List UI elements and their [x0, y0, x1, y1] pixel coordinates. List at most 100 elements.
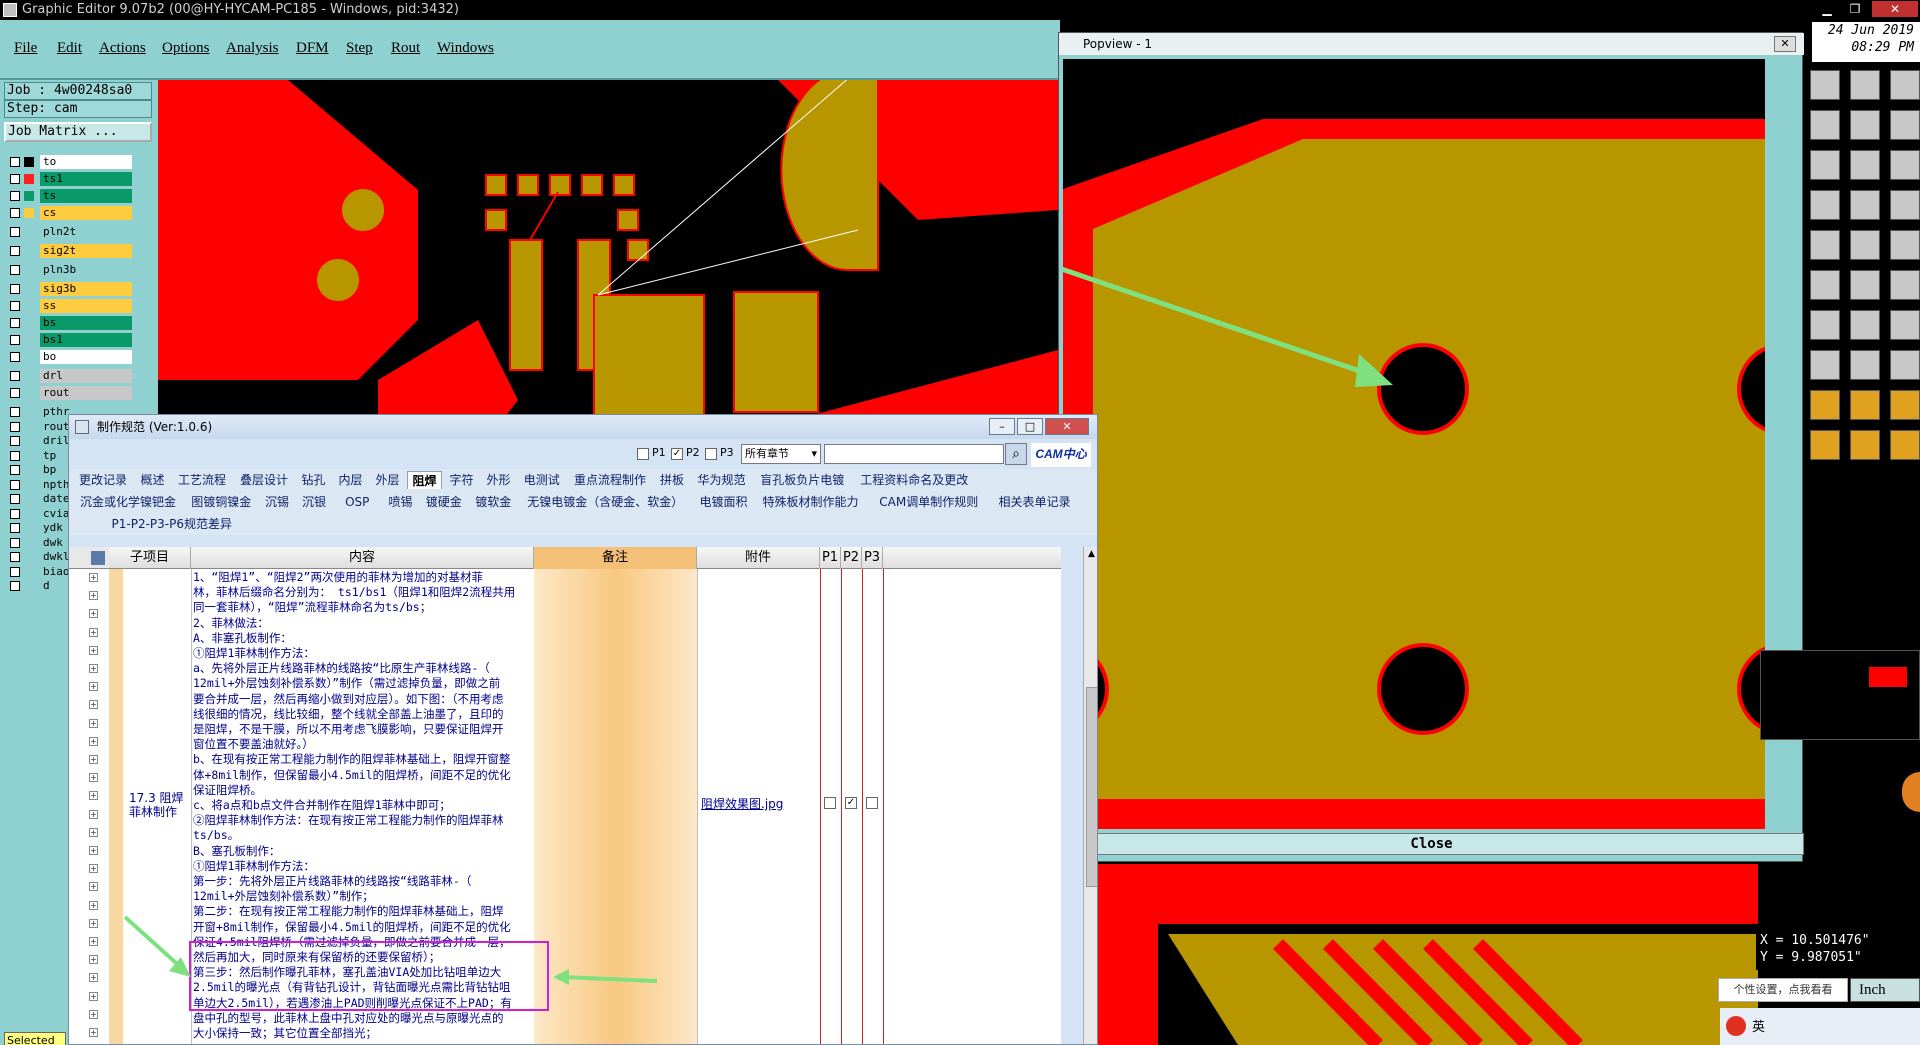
tab-tabs_row1-5[interactable]: 内层 [333, 471, 368, 489]
expand-row-icon[interactable]: + [89, 773, 98, 783]
tab-tabs_row1-1[interactable]: 概述 [135, 471, 170, 489]
col-p1-header[interactable]: P1 [820, 547, 841, 569]
layer-name[interactable]: cs [40, 206, 132, 220]
layer-checkbox[interactable] [10, 421, 20, 432]
tab-tabs_row1-12[interactable]: 拼板 [655, 471, 690, 489]
toolbar-tool-icon[interactable] [1850, 70, 1880, 100]
menu-step[interactable]: Step [346, 40, 373, 57]
toolbar-tool-icon[interactable] [1810, 270, 1840, 300]
toolbar-tool-icon[interactable] [1810, 110, 1840, 140]
maximize-button[interactable]: ❐ [1842, 1, 1868, 17]
expand-row-icon[interactable]: + [89, 682, 98, 692]
layer-name[interactable]: bo [40, 350, 132, 364]
popview-close-button[interactable]: Close [1059, 833, 1804, 855]
grid-scrollbar[interactable]: ▲ [1083, 547, 1097, 1044]
toolbar-tool-icon[interactable] [1850, 110, 1880, 140]
filter-p3-checkbox[interactable] [705, 448, 717, 460]
layer-row[interactable]: cs [6, 205, 156, 222]
menu-file[interactable]: File [14, 40, 37, 57]
layer-checkbox[interactable] [10, 335, 20, 345]
tab-tabs_row1-4[interactable]: 钻孔 [296, 471, 331, 489]
toolbar-tool-icon[interactable] [1850, 310, 1880, 340]
layer-checkbox[interactable] [10, 352, 20, 362]
job-matrix-button[interactable]: Job Matrix ... [4, 122, 152, 142]
col-content-header[interactable]: 内容 [191, 547, 534, 569]
layer-row[interactable]: ts1 [6, 171, 156, 188]
toolbar-tool-icon[interactable] [1890, 110, 1920, 140]
tab-tabs_row3-0[interactable]: P1-P2-P3-P6规范差异 [73, 515, 271, 533]
toolbar-tool-icon[interactable] [1890, 70, 1920, 100]
layer-checkbox[interactable] [10, 436, 20, 446]
expand-row-icon[interactable]: + [89, 973, 98, 983]
search-input[interactable] [824, 444, 1004, 464]
col-p3-header[interactable]: P3 [862, 547, 883, 569]
tab-tabs_row2-9[interactable]: 电镀面积 [694, 493, 754, 511]
layer-row[interactable]: sig2t [6, 243, 156, 260]
expand-row-icon[interactable]: + [89, 937, 98, 946]
layer-checkbox[interactable] [10, 465, 20, 475]
toolbar-tool-icon[interactable] [1890, 350, 1920, 380]
layer-checkbox[interactable] [10, 157, 20, 167]
tab-tabs_row1-14[interactable]: 盲孔板负片电镀 [754, 471, 852, 489]
expand-row-icon[interactable]: + [89, 791, 98, 801]
toolbar-tool-icon[interactable] [1810, 190, 1840, 220]
layer-row[interactable]: sig3b [6, 281, 156, 298]
layer-row[interactable]: drl [6, 368, 156, 385]
layer-row[interactable]: bs [6, 315, 156, 332]
menu-options[interactable]: Options [162, 40, 210, 57]
layer-checkbox[interactable] [10, 407, 20, 417]
layer-checkbox[interactable] [10, 265, 20, 275]
layer-checkbox[interactable] [10, 479, 20, 490]
tab-tabs_row1-0[interactable]: 更改记录 [73, 471, 133, 489]
layer-row[interactable]: bs1 [6, 332, 156, 349]
expand-row-icon[interactable]: + [89, 991, 98, 1001]
layer-name[interactable]: bs [40, 316, 132, 330]
layer-row[interactable]: rout [6, 385, 156, 402]
toolbar-tool-icon[interactable] [1850, 190, 1880, 220]
layer-checkbox[interactable] [10, 566, 20, 577]
toolbar-tool-icon[interactable] [1890, 190, 1920, 220]
toolbar-tool-icon[interactable] [1810, 350, 1840, 380]
menu-windows[interactable]: Windows [437, 40, 494, 57]
menu-actions[interactable]: Actions [99, 40, 146, 57]
layer-checkbox[interactable] [10, 371, 20, 381]
filter-p2-checkbox[interactable]: ✓ [671, 448, 683, 460]
layer-name[interactable]: bs1 [40, 333, 132, 347]
toolbar-tool-icon[interactable] [1890, 230, 1920, 260]
layer-row[interactable]: bo [6, 349, 156, 366]
tab-tabs_row2-6[interactable]: 镀硬金 [420, 493, 468, 511]
tab-tabs_row2-4[interactable]: OSP [334, 493, 382, 511]
col-subitem-header[interactable]: 子项目 [109, 547, 191, 569]
tab-tabs_row2-3[interactable]: 沉银 [297, 493, 332, 511]
layer-checkbox[interactable] [10, 494, 20, 504]
tab-tabs_row1-13[interactable]: 华为规范 [692, 471, 752, 489]
toolbar-tool-icon[interactable] [1810, 430, 1840, 460]
expand-row-icon[interactable]: + [89, 573, 98, 582]
tab-tabs_row2-1[interactable]: 图镀铜镍金 [185, 493, 258, 511]
ime-hint[interactable]: 个性设置，点我看看 [1718, 978, 1848, 1002]
expand-row-icon[interactable]: + [89, 627, 98, 637]
toolbar-tool-icon[interactable] [1850, 150, 1880, 180]
expand-row-icon[interactable]: + [89, 846, 98, 855]
toolbar-tool-icon[interactable] [1890, 270, 1920, 300]
layer-checkbox[interactable] [10, 388, 20, 398]
layer-checkbox[interactable] [10, 191, 20, 201]
select-all-icon[interactable] [91, 551, 105, 565]
toolbar-tool-icon[interactable] [1810, 150, 1840, 180]
filter-p1-checkbox[interactable] [637, 448, 649, 460]
tab-tabs_row2-5[interactable]: 喷锡 [383, 493, 418, 511]
toolbar-tool-icon[interactable] [1810, 70, 1840, 100]
popview-canvas[interactable] [1063, 59, 1765, 829]
chapter-select[interactable]: 所有章节 ▾ [741, 444, 821, 464]
tab-tabs_row2-7[interactable]: 镀软金 [470, 493, 518, 511]
layer-checkbox[interactable] [10, 208, 20, 218]
layer-row[interactable]: to [6, 154, 156, 171]
layer-name[interactable]: pln3b [40, 263, 132, 277]
tab-tabs_row1-6[interactable]: 外层 [370, 471, 405, 489]
layer-checkbox[interactable] [10, 581, 20, 591]
units-selector[interactable]: Inch [1850, 978, 1920, 1002]
menu-analysis[interactable]: Analysis [226, 40, 279, 57]
expand-row-icon[interactable]: + [89, 809, 98, 819]
col-remark-header[interactable]: 备注 [534, 547, 697, 569]
tab-tabs_row1-9[interactable]: 外形 [481, 471, 516, 489]
